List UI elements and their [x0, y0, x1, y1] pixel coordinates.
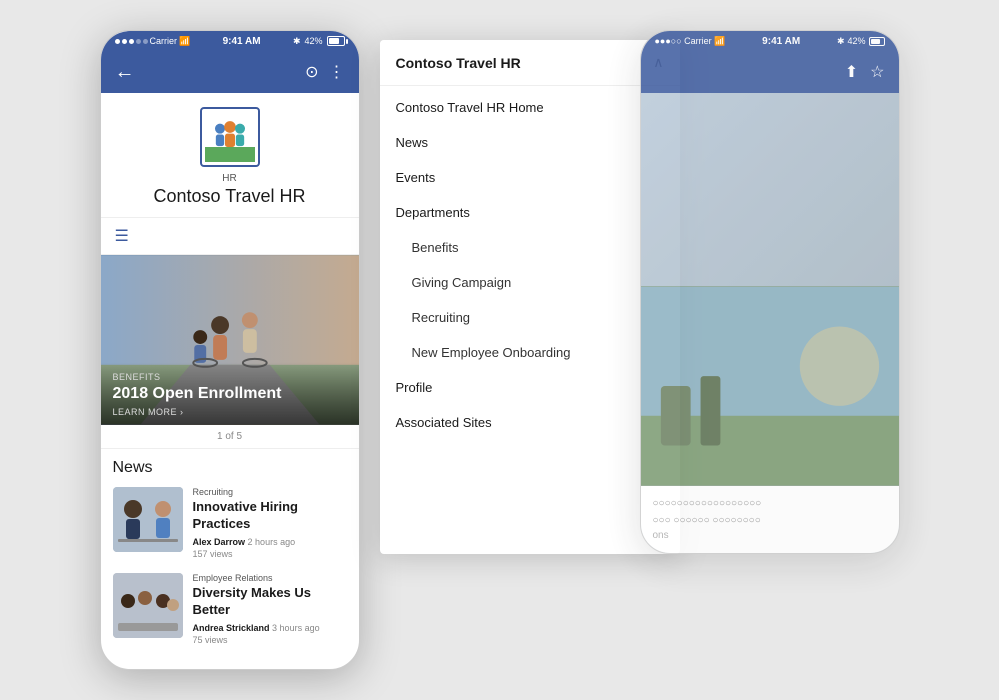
news-title-2: Diversity Makes Us Better	[193, 585, 347, 619]
menu-item-events[interactable]: Events	[380, 160, 680, 195]
ghost-text-2: ○○○ ○○○○○○ ○○○○○○○○	[653, 515, 887, 526]
site-title: Contoso Travel HR	[111, 186, 349, 207]
news-author-2: Andrea Strickland	[193, 623, 270, 633]
site-logo	[200, 107, 260, 167]
menu-item-benefits[interactable]: Benefits	[380, 230, 680, 265]
ghost-nav: ⬆ ☆	[641, 51, 899, 93]
news-thumbnail-1	[113, 487, 183, 552]
hero-tag: Benefits	[113, 372, 347, 382]
scene-right: Contoso Travel HR ∧ Contoso Travel HR Ho…	[380, 30, 900, 554]
news-thumbnail-2	[113, 573, 183, 638]
news-info-2: Employee Relations Diversity Makes Us Be…	[193, 573, 347, 647]
pagination: 1 of 5	[101, 425, 359, 449]
news-views-2: 75 views	[193, 635, 228, 645]
ghost-share-icon: ⬆	[845, 62, 858, 82]
news-item-2[interactable]: Employee Relations Diversity Makes Us Be…	[113, 573, 347, 647]
dropdown-title: Contoso Travel HR	[396, 55, 521, 71]
site-header: HR Contoso Travel HR	[101, 93, 359, 218]
phone-ghost: ●●●○○ Carrier 📶 9:41 AM ✱ 42% ⬆ ☆	[640, 30, 900, 554]
signal-dot-3	[129, 39, 134, 44]
phone-device: Carrier 📶 9:41 AM ✱ 42% ← ⊙ ⋮	[100, 30, 360, 670]
menu-item-associated-sites[interactable]: Associated Sites	[380, 405, 680, 440]
more-icon[interactable]: ⋮	[329, 62, 345, 82]
status-left: Carrier 📶	[115, 36, 191, 47]
menu-item-home[interactable]: Contoso Travel HR Home	[380, 90, 680, 125]
signal-dot-2	[122, 39, 127, 44]
search-icon[interactable]: ⊙	[305, 62, 318, 82]
menu-item-departments[interactable]: Departments	[380, 195, 680, 230]
site-label: HR	[111, 173, 349, 184]
nav-icons: ⊙ ⋮	[305, 62, 344, 82]
menu-item-giving-campaign[interactable]: Giving Campaign	[380, 265, 680, 300]
menu-item-recruiting[interactable]: Recruiting	[380, 300, 680, 335]
thumb-image-2	[113, 573, 183, 638]
hero-learn-more[interactable]: LEARN MORE ›	[113, 407, 347, 417]
menu-item-profile[interactable]: Profile	[380, 370, 680, 405]
battery-percent: 42%	[304, 36, 322, 46]
back-button[interactable]: ←	[115, 61, 135, 84]
news-title-1: Innovative Hiring Practices	[193, 499, 347, 533]
news-time-2: 3 hours ago	[272, 623, 320, 633]
news-author-1: Alex Darrow	[193, 537, 246, 547]
ghost-text-1: ○○○○○○○○○○○○○○○○○○	[653, 498, 887, 509]
signal-dot-4	[136, 39, 141, 44]
ghost-text-3: ons	[653, 530, 887, 541]
dropdown-header[interactable]: Contoso Travel HR ∧	[380, 40, 680, 86]
hero-banner: Benefits 2018 Open Enrollment LEARN MORE…	[101, 255, 359, 425]
bluetooth-icon: ✱	[293, 36, 301, 47]
ghost-hero	[641, 286, 899, 486]
dropdown-menu: Contoso Travel HR Home News Events Depar…	[380, 86, 680, 444]
ghost-status-left: ●●●○○ Carrier 📶	[655, 36, 726, 47]
thumb-image-1	[113, 487, 183, 552]
status-bar: Carrier 📶 9:41 AM ✱ 42%	[101, 31, 359, 51]
dropdown-panel: Contoso Travel HR ∧ Contoso Travel HR Ho…	[380, 40, 680, 554]
ghost-status-bar: ●●●○○ Carrier 📶 9:41 AM ✱ 42%	[641, 31, 899, 51]
news-meta-1: Alex Darrow 2 hours ago 157 views	[193, 536, 347, 561]
ghost-star-icon: ☆	[870, 62, 884, 82]
wifi-icon: 📶	[179, 36, 190, 47]
menu-item-news[interactable]: News	[380, 125, 680, 160]
news-section: News	[101, 449, 359, 669]
news-views-1: 157 views	[193, 549, 233, 559]
news-time-1: 2 hours ago	[248, 537, 296, 547]
news-heading: News	[113, 459, 347, 477]
news-item-1[interactable]: Recruiting Innovative Hiring Practices A…	[113, 487, 347, 561]
news-meta-2: Andrea Strickland 3 hours ago 75 views	[193, 622, 347, 647]
carrier-label: Carrier	[150, 36, 178, 46]
phone-nav-bar: ← ⊙ ⋮	[101, 51, 359, 93]
news-category-1: Recruiting	[193, 487, 347, 497]
hamburger-icon[interactable]: ☰	[115, 228, 129, 245]
battery-icon	[327, 36, 345, 46]
ghost-status-time: 9:41 AM	[762, 36, 800, 47]
hamburger-bar: ☰	[101, 218, 359, 255]
ghost-status-right: ✱ 42%	[837, 36, 885, 47]
news-category-2: Employee Relations	[193, 573, 347, 583]
menu-item-new-employee-onboarding[interactable]: New Employee Onboarding	[380, 335, 680, 370]
status-right: ✱ 42%	[293, 36, 345, 47]
ghost-content: ○○○○○○○○○○○○○○○○○○ ○○○ ○○○○○○ ○○○○○○○○ o…	[641, 93, 899, 553]
hero-headline: 2018 Open Enrollment	[113, 384, 347, 403]
signal-dot-1	[115, 39, 120, 44]
status-time: 9:41 AM	[223, 36, 261, 47]
ghost-text-area: ○○○○○○○○○○○○○○○○○○ ○○○ ○○○○○○ ○○○○○○○○ o…	[641, 486, 899, 553]
hero-overlay: Benefits 2018 Open Enrollment LEARN MORE…	[101, 362, 359, 425]
signal-dot-5	[143, 39, 148, 44]
news-info-1: Recruiting Innovative Hiring Practices A…	[193, 487, 347, 561]
